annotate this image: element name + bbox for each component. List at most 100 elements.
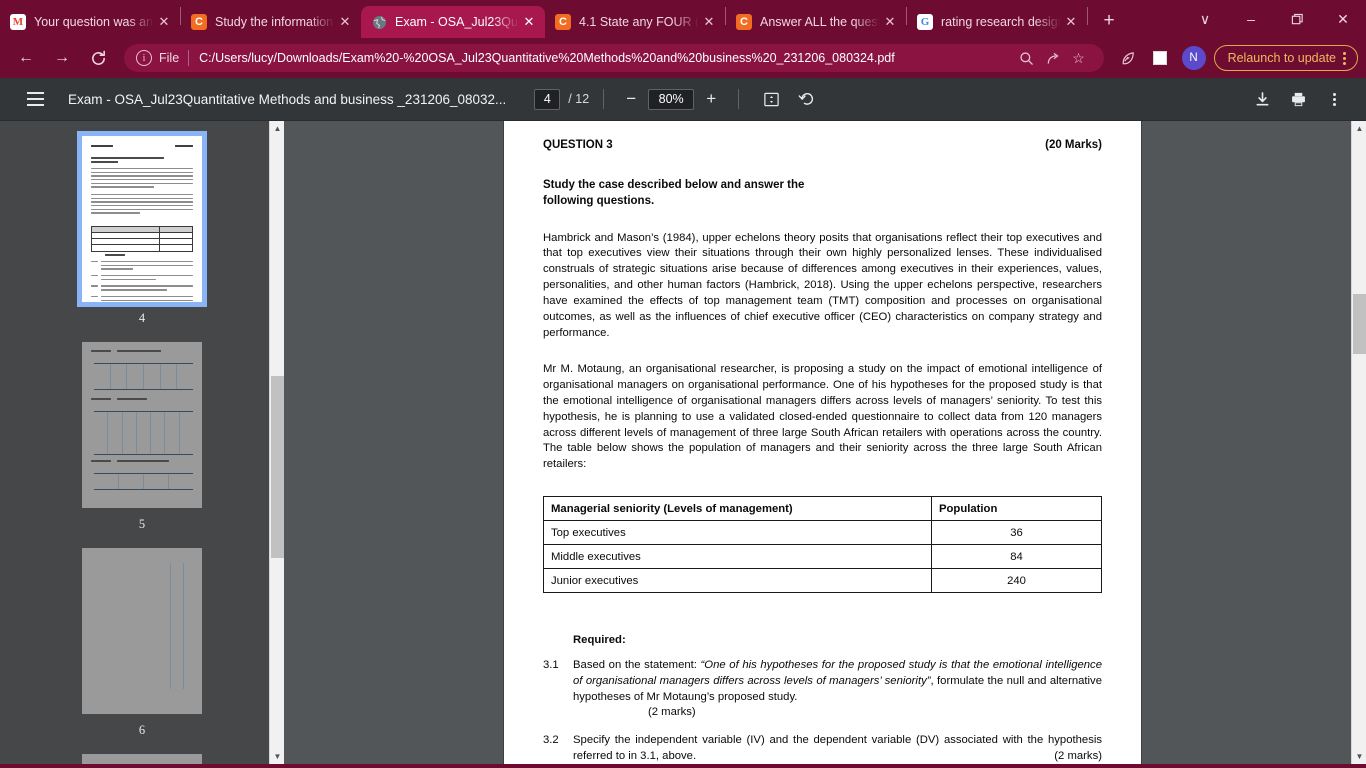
sidebar-toggle-icon[interactable] — [16, 80, 54, 118]
question-instruction: Study the case described below and answe… — [543, 179, 805, 208]
pdf-viewer-body: 4 5 6 ▲ ▼ QUESTION 3 (20 Marks) Study th… — [0, 121, 1366, 764]
side-panel-icon[interactable] — [1147, 45, 1173, 71]
question-3-2: 3.2 Specify the independent variable (IV… — [543, 733, 1102, 764]
scroll-down-arrow-icon[interactable]: ▼ — [270, 749, 284, 764]
pdf-more-options-icon[interactable] — [1320, 85, 1348, 113]
chegg-icon: C — [736, 14, 752, 30]
thumbnail-item-5[interactable]: 5 — [0, 342, 284, 532]
tab-search-chevron-icon[interactable]: ∨ — [1182, 2, 1228, 36]
browser-tab-5[interactable]: G rating research design ✕ — [907, 6, 1087, 38]
question-marks: (2 marks) — [1054, 750, 1102, 763]
pdf-page-area: QUESTION 3 (20 Marks) Study the case des… — [284, 121, 1366, 764]
search-icon[interactable] — [1014, 45, 1040, 71]
page-number-input[interactable]: 4 — [534, 88, 561, 110]
google-icon: G — [917, 14, 933, 30]
close-tab-icon[interactable]: ✕ — [335, 12, 355, 32]
extension-leaf-icon[interactable] — [1115, 45, 1141, 71]
chrome-menu-icon[interactable] — [1336, 51, 1353, 65]
table-cell-label: Middle executives — [543, 544, 932, 570]
profile-avatar[interactable]: N — [1181, 46, 1206, 70]
thumbnail-list: 4 5 6 — [0, 121, 284, 764]
zoom-level-value[interactable]: 80% — [648, 88, 695, 110]
thumbnail-page-preview[interactable] — [82, 548, 202, 714]
rotate-counterclockwise-icon[interactable] — [793, 85, 821, 113]
pdf-page-controls: 4 / 12 − 80% + — [534, 85, 825, 113]
fit-to-page-icon[interactable] — [757, 85, 785, 113]
pdf-page-content: QUESTION 3 (20 Marks) Study the case des… — [504, 121, 1141, 764]
tab-title: rating research design — [941, 15, 1061, 29]
scheme-label: File — [159, 51, 180, 65]
close-tab-icon[interactable]: ✕ — [154, 12, 174, 32]
case-paragraph-1: Hambrick and Mason’s (1984), upper echel… — [543, 231, 1102, 339]
download-icon[interactable] — [1248, 85, 1276, 113]
toolbar-divider — [738, 89, 740, 109]
page-info-icon[interactable]: i — [136, 50, 152, 66]
pdf-toolbar-right — [1244, 85, 1366, 113]
thumbnail-page-number: 5 — [138, 517, 146, 531]
new-tab-button[interactable]: + — [1094, 6, 1124, 36]
question-3-1: 3.1 Based on the statement: “One of his … — [543, 658, 1102, 721]
pdf-document-title: Exam - OSA_Jul23Quantitative Methods and… — [68, 91, 507, 107]
table-header-population: Population — [931, 496, 1102, 522]
restore-window-icon[interactable] — [1274, 2, 1320, 36]
thumbnail-page-number: 6 — [138, 723, 146, 737]
table-header-seniority: Managerial seniority (Levels of manageme… — [543, 496, 932, 522]
table-cell-label: Junior executives — [543, 568, 932, 594]
relaunch-to-update-button[interactable]: Relaunch to update — [1213, 45, 1358, 71]
minimize-window-icon[interactable]: – — [1228, 2, 1274, 36]
print-icon[interactable] — [1284, 85, 1312, 113]
thumbnail-page-preview[interactable] — [82, 754, 202, 764]
page-total-label: / 12 — [568, 92, 590, 106]
close-tab-icon[interactable]: ✕ — [1061, 12, 1081, 32]
table-row: Junior executives 240 — [543, 568, 1102, 594]
tab-title: 4.1 State any FOUR (4 — [579, 15, 699, 29]
table-cell-value: 84 — [931, 544, 1102, 570]
question-text: Specify the independent variable (IV) an… — [573, 733, 1102, 764]
close-tab-icon[interactable]: ✕ — [699, 12, 719, 32]
viewer-scrollbar-track[interactable]: ▲ ▼ — [1351, 121, 1366, 764]
browser-tab-2-active[interactable]: Exam - OSA_Jul23Qua ✕ — [361, 6, 545, 38]
thumbnail-page-preview[interactable] — [82, 342, 202, 508]
forward-icon[interactable]: → — [47, 43, 77, 73]
address-bar[interactable]: i File C:/Users/lucy/Downloads/Exam%20-%… — [124, 44, 1104, 72]
pdf-page-4: QUESTION 3 (20 Marks) Study the case des… — [504, 121, 1141, 764]
browser-tab-3[interactable]: C 4.1 State any FOUR (4 ✕ — [545, 6, 725, 38]
close-tab-icon[interactable]: ✕ — [519, 12, 539, 32]
question-header: QUESTION 3 (20 Marks) — [543, 139, 1102, 151]
browser-tab-4[interactable]: C Answer ALL the quest ✕ — [726, 6, 906, 38]
question-number: 3.1 — [543, 659, 559, 672]
close-window-icon[interactable]: ✕ — [1320, 2, 1366, 36]
table-row: Top executives 36 — [543, 520, 1102, 546]
required-label: Required: — [573, 634, 626, 647]
browser-tab-1[interactable]: C Study the information ✕ — [181, 6, 361, 38]
sidebar-scrollbar-thumb[interactable] — [271, 376, 284, 558]
back-icon[interactable]: ← — [11, 43, 41, 73]
share-icon[interactable] — [1040, 45, 1066, 71]
scroll-up-arrow-icon[interactable]: ▲ — [1352, 121, 1366, 136]
viewer-scrollbar-thumb[interactable] — [1353, 294, 1366, 354]
browser-tab-strip: M Your question was ans ✕ C Study the in… — [0, 0, 1366, 38]
close-tab-icon[interactable]: ✕ — [880, 12, 900, 32]
chegg-icon: C — [555, 14, 571, 30]
zoom-out-button[interactable]: − — [618, 86, 644, 112]
question-marks: (2 marks) — [648, 706, 696, 719]
reload-icon[interactable] — [83, 43, 113, 73]
scroll-up-arrow-icon[interactable]: ▲ — [270, 121, 284, 136]
thumbnail-item-6[interactable]: 6 — [0, 548, 284, 738]
question-number: 3.2 — [543, 734, 559, 747]
scroll-down-arrow-icon[interactable]: ▼ — [1352, 749, 1366, 764]
table-cell-value: 36 — [931, 520, 1102, 546]
bookmark-star-icon[interactable]: ☆ — [1066, 45, 1092, 71]
question-body: Specify the independent variable (IV) an… — [573, 734, 1102, 763]
gmail-icon: M — [10, 14, 26, 30]
thumbnail-page-number: 4 — [138, 311, 146, 325]
thumbnail-item-next[interactable] — [0, 754, 284, 764]
sidebar-scrollbar-track[interactable]: ▲ ▼ — [269, 121, 284, 764]
pdf-globe-icon — [371, 14, 387, 30]
question-text-before: Based on the statement: — [573, 659, 697, 672]
browser-tab-0[interactable]: M Your question was ans ✕ — [0, 6, 180, 38]
omnibox-divider — [188, 50, 190, 66]
zoom-in-button[interactable]: + — [698, 86, 724, 112]
thumbnail-item-4[interactable]: 4 — [0, 131, 284, 326]
thumbnail-page-preview[interactable] — [77, 131, 207, 307]
